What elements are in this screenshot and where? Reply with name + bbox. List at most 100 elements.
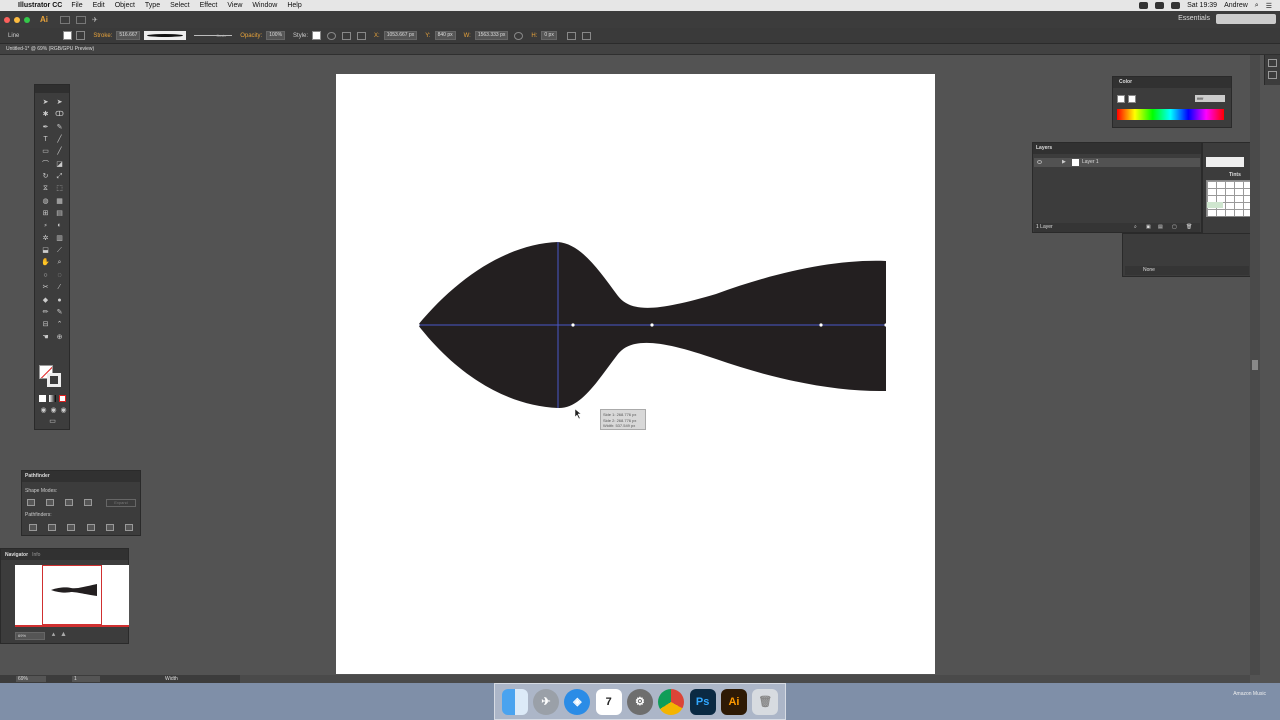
recolor-artwork-icon[interactable]	[327, 31, 337, 40]
slice-tool-icon[interactable]: ⟋	[55, 247, 64, 255]
zoom-out-icon[interactable]: ▴	[49, 631, 58, 639]
measure-tool-icon[interactable]: ⊟	[41, 321, 50, 329]
transform-reference-icon[interactable]	[357, 31, 367, 40]
minus-front-button[interactable]	[46, 499, 54, 506]
anchor-point[interactable]	[571, 323, 575, 327]
direct-selection-tool-icon[interactable]: ➤	[55, 99, 64, 107]
shape-builder-tool-icon[interactable]: ◍	[41, 198, 50, 206]
color-mode-icon[interactable]	[39, 395, 46, 402]
screen-mode-icon[interactable]: ▭	[48, 418, 57, 426]
hex-color-field[interactable]: ffffff	[1195, 95, 1225, 102]
pencil-tool-icon[interactable]: ✏	[41, 309, 50, 317]
color-stroke-swatch[interactable]	[1128, 95, 1136, 103]
expand-layer-icon[interactable]: ▶	[1062, 158, 1066, 167]
merge-button[interactable]	[67, 524, 75, 531]
menu-window[interactable]: Window	[252, 2, 277, 9]
smooth-tool-icon[interactable]: ✎	[55, 309, 64, 317]
unite-button[interactable]	[27, 499, 35, 506]
paintbrush-tool-icon[interactable]: ╱	[55, 148, 64, 156]
layer-row[interactable]: ▶ Layer 1	[1034, 158, 1200, 167]
anchor-point-tool-icon[interactable]: ⌃	[55, 321, 64, 329]
photoshop-icon[interactable]: Ps	[689, 688, 716, 715]
menu-file[interactable]: File	[71, 2, 82, 9]
chrome-icon[interactable]	[658, 688, 685, 715]
zoom-window-button[interactable]	[24, 16, 30, 23]
column-graph-tool-icon[interactable]: ▥	[55, 235, 64, 243]
mesh-tool-icon[interactable]: ⊞	[41, 210, 50, 218]
menu-effect[interactable]: Effect	[200, 2, 218, 9]
clock[interactable]: Sat 19:39	[1187, 2, 1217, 9]
tools-panel-grip[interactable]	[35, 85, 69, 93]
finder-icon[interactable]	[501, 688, 528, 715]
bridge-icon[interactable]	[60, 15, 70, 24]
illustrator-icon[interactable]: Ai	[720, 688, 747, 715]
fill-color-swatch[interactable]	[63, 31, 73, 40]
blob-brush-tool-icon[interactable]: ●	[55, 297, 64, 305]
artboard-navigation-field[interactable]: 1	[72, 676, 100, 682]
menu-object[interactable]: Object	[115, 2, 135, 9]
new-sublayer-icon[interactable]: ▤	[1158, 223, 1163, 232]
w-field[interactable]: 1563.333 px	[474, 31, 509, 40]
outline-button[interactable]	[106, 524, 114, 531]
artboard-tool-icon[interactable]: ⬓	[41, 247, 50, 255]
menu-select[interactable]: Select	[170, 2, 189, 9]
properties-icon[interactable]	[1268, 59, 1277, 67]
gpu-performance-icon[interactable]: ✈	[92, 16, 102, 24]
draw-inside-icon[interactable]: ◉	[59, 407, 68, 415]
symbol-sprayer-tool-icon[interactable]: ✲	[41, 235, 50, 243]
gradient-tool-icon[interactable]: ▤	[55, 210, 64, 218]
eraser-tool-icon[interactable]: ◪	[55, 161, 64, 169]
anchor-point[interactable]	[416, 323, 420, 327]
h-label[interactable]: H:	[531, 33, 537, 39]
opacity-field[interactable]: 100%	[266, 31, 286, 40]
pathfinder-title[interactable]: Pathfinder	[22, 471, 140, 482]
clipping-mask-icon[interactable]: ▣	[1146, 223, 1151, 232]
vertical-scrollbar[interactable]	[1250, 55, 1260, 675]
calendar-icon[interactable]: 7	[595, 688, 622, 715]
trim-button[interactable]	[48, 524, 56, 531]
opacity-label[interactable]: Opacity:	[240, 33, 262, 39]
stroke-label[interactable]: Stroke:	[93, 33, 112, 39]
stroke-weight-field[interactable]: 516.667	[116, 31, 141, 40]
x-label[interactable]: X:	[374, 33, 380, 39]
menu-edit[interactable]: Edit	[93, 2, 105, 9]
menu-app-name[interactable]: Illustrator CC	[18, 2, 62, 9]
type-tool-icon[interactable]: T	[41, 136, 50, 144]
divide-button[interactable]	[29, 524, 37, 531]
live-paint-tool-icon[interactable]: ◆	[41, 297, 50, 305]
tints-grid[interactable]	[1206, 180, 1251, 217]
arrange-documents-icon[interactable]	[76, 15, 86, 24]
tab-navigator[interactable]: Navigator	[5, 552, 28, 558]
anchor-point[interactable]	[650, 323, 654, 327]
shaper-tool-icon[interactable]: ⌒	[41, 161, 50, 169]
anchor-point[interactable]	[819, 323, 823, 327]
color-panel-title[interactable]: Color	[1113, 77, 1231, 88]
tab-info[interactable]: Info	[32, 552, 40, 558]
locate-object-icon[interactable]: ⌕	[1134, 223, 1137, 232]
notification-center-icon[interactable]: ☰	[1266, 2, 1272, 10]
free-transform-tool-icon[interactable]: ⬚	[55, 185, 64, 193]
scale-tool-icon[interactable]: ⤢	[55, 173, 64, 181]
exclude-button[interactable]	[84, 499, 92, 506]
search-stock-input[interactable]	[1216, 14, 1276, 24]
system-preferences-icon[interactable]: ⚙	[626, 688, 653, 715]
menu-view[interactable]: View	[227, 2, 242, 9]
anchor-point[interactable]	[884, 323, 888, 327]
w-label[interactable]: W:	[464, 33, 471, 39]
none-mode-icon[interactable]	[59, 395, 66, 402]
align-to-icon[interactable]	[342, 31, 352, 40]
brush-definition-dropdown[interactable]	[192, 31, 234, 40]
color-spectrum[interactable]	[1117, 109, 1224, 120]
safari-icon[interactable]: ◈	[564, 688, 591, 715]
document-tab[interactable]: Untitled-1* @ 69% (RGB/GPU Preview)	[6, 46, 94, 52]
blend-tool-icon[interactable]: ◐	[55, 222, 64, 230]
width-tool-icon[interactable]: ⧖	[41, 185, 50, 193]
scissors-tool-icon[interactable]: ✂	[41, 284, 50, 292]
magic-wand-tool-icon[interactable]: ✱	[41, 111, 50, 119]
y-label[interactable]: Y:	[425, 33, 430, 39]
pen-tool-icon[interactable]: ✒	[41, 124, 50, 132]
launchpad-icon[interactable]: ✈	[532, 688, 559, 715]
h-field[interactable]: 0 px	[541, 31, 557, 40]
layers-panel-title[interactable]: Layers	[1033, 143, 1201, 154]
menu-help[interactable]: Help	[287, 2, 301, 9]
